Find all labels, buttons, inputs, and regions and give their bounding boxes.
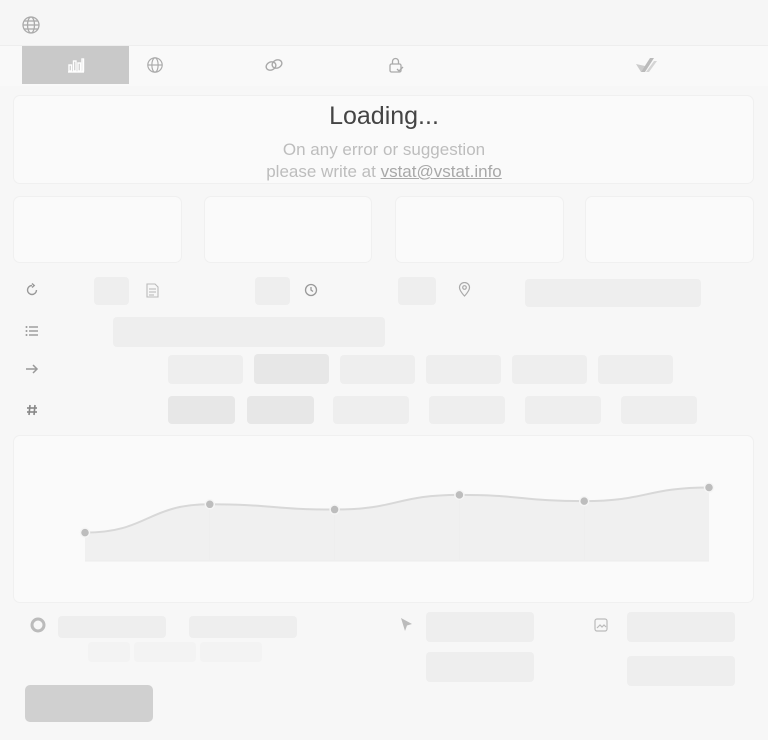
- placeholder: [134, 642, 196, 662]
- tab-lock[interactable]: [370, 46, 422, 84]
- chart-card: [14, 436, 753, 602]
- placeholder: [426, 652, 534, 682]
- placeholder: [168, 396, 235, 424]
- series-area: [85, 487, 709, 561]
- placeholder: [58, 616, 166, 638]
- stat-card: [205, 197, 371, 262]
- email-link[interactable]: vstat@vstat.info: [381, 162, 502, 181]
- primary-button-placeholder[interactable]: [25, 685, 153, 722]
- loading-message: On any error or suggestion please write …: [0, 139, 768, 183]
- globe-icon[interactable]: [21, 15, 41, 40]
- cursor-icon: [400, 617, 414, 638]
- loading-line-2: please write at vstat@vstat.info: [0, 161, 768, 183]
- placeholder: [247, 396, 314, 424]
- placeholder: [398, 277, 436, 305]
- link-icon: [265, 59, 283, 71]
- map-pin-icon: [458, 281, 471, 302]
- circle-icon: [30, 617, 46, 638]
- placeholder: [200, 642, 262, 662]
- placeholder: [429, 396, 505, 424]
- placeholder: [627, 656, 735, 686]
- placeholder: [627, 612, 735, 642]
- bar-chart-icon: [67, 58, 84, 73]
- refresh-icon[interactable]: [22, 280, 42, 300]
- placeholder: [333, 396, 409, 424]
- list-icon[interactable]: [22, 321, 42, 341]
- tab-vstat[interactable]: [620, 46, 672, 84]
- data-point: [578, 495, 590, 507]
- line-chart: [79, 482, 715, 562]
- stat-card: [396, 197, 563, 262]
- placeholder: [525, 279, 701, 307]
- top-bar: [0, 0, 768, 46]
- stat-card: [586, 197, 753, 262]
- globe-icon: [147, 57, 163, 73]
- loading-line-1: On any error or suggestion: [282, 140, 486, 159]
- lock-check-icon: [389, 57, 404, 73]
- placeholder: [255, 277, 290, 305]
- vstat-logo-icon: [636, 58, 657, 72]
- hash-icon[interactable]: [22, 400, 42, 420]
- placeholder: [426, 355, 501, 384]
- loading-line-2-prefix: please write at: [266, 162, 381, 181]
- placeholder: [512, 355, 587, 384]
- placeholder: [113, 317, 385, 347]
- placeholder: [426, 612, 534, 642]
- arrow-right-icon[interactable]: [22, 359, 42, 379]
- placeholder: [168, 355, 243, 384]
- placeholder: [88, 642, 130, 662]
- clock-icon: [304, 283, 318, 302]
- data-point: [329, 504, 340, 515]
- placeholder: [621, 396, 697, 424]
- tab-globe[interactable]: [129, 46, 181, 84]
- image-icon: [594, 618, 608, 637]
- placeholder: [94, 277, 129, 305]
- placeholder: [189, 616, 297, 638]
- placeholder: [254, 354, 329, 384]
- stat-card: [14, 197, 181, 262]
- document-icon: [146, 283, 159, 303]
- placeholder: [525, 396, 601, 424]
- placeholder: [598, 355, 673, 384]
- data-point: [703, 482, 715, 493]
- loading-title: Loading...: [329, 102, 439, 130]
- placeholder: [340, 355, 415, 384]
- tab-link[interactable]: [248, 46, 300, 84]
- data-point: [79, 527, 91, 538]
- tab-stats[interactable]: [22, 46, 129, 84]
- data-point: [454, 489, 465, 501]
- tab-bar: [0, 46, 768, 86]
- data-point: [204, 499, 216, 510]
